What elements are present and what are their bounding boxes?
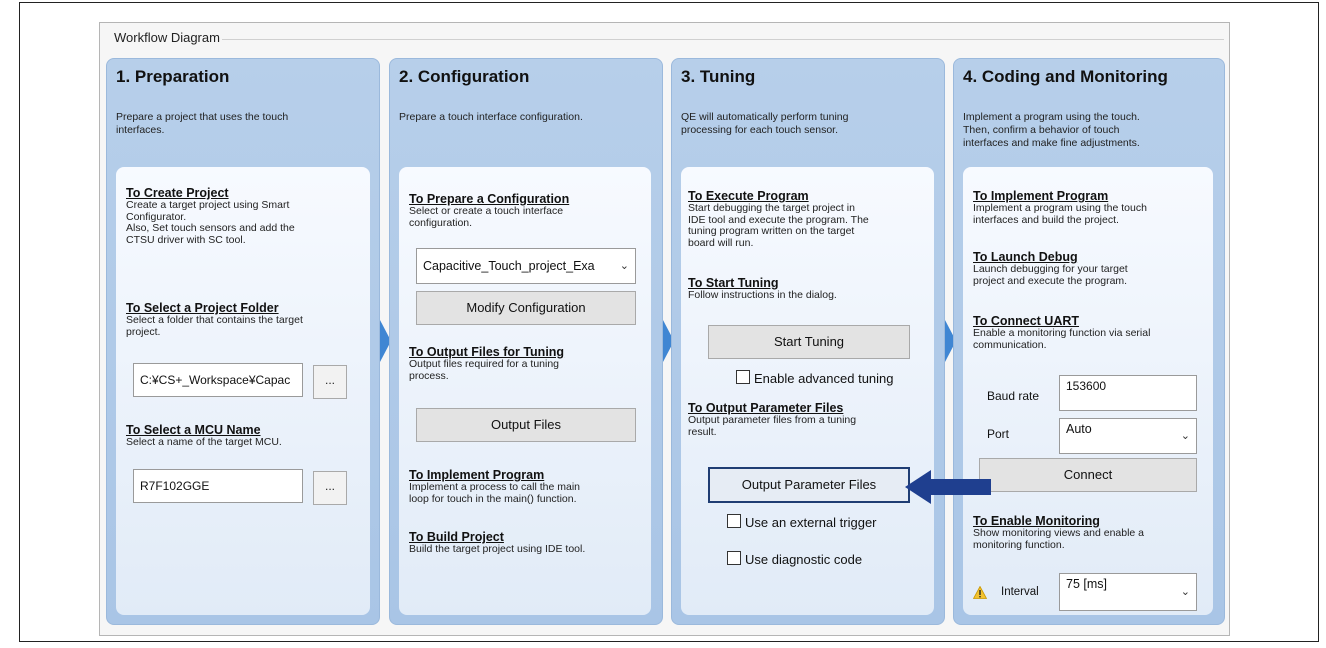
step-inner-panel: To Implement Program Implement a program… [963, 167, 1213, 615]
step-tuning-panel: 3. Tuning QE will automatically perform … [671, 58, 945, 625]
step-inner-panel: To Create Project Create a target projec… [116, 167, 370, 615]
step-coding-monitoring-panel: 4. Coding and Monitoring Implement a pro… [953, 58, 1225, 625]
checkbox-box [736, 370, 750, 384]
advanced-tuning-checkbox[interactable]: Enable advanced tuning [736, 370, 894, 386]
interval-select-value: 75 [ms] [1066, 577, 1107, 591]
connect-uart-link[interactable]: To Connect UART [973, 314, 1079, 328]
implement-program-desc: Implement a process to call the main loo… [409, 481, 580, 505]
interval-label: Interval [1001, 586, 1039, 598]
interval-select[interactable]: 75 [ms] ⌄ [1059, 573, 1197, 611]
warning-icon [973, 586, 987, 599]
create-project-link[interactable]: To Create Project [126, 186, 229, 200]
implement-program-link[interactable]: To Implement Program [409, 468, 544, 482]
diagnostic-code-checkbox[interactable]: Use diagnostic code [727, 551, 862, 567]
chevron-down-icon: ⌄ [1180, 430, 1190, 442]
implement-program-link[interactable]: To Implement Program [973, 189, 1108, 203]
chevron-down-icon: ⌄ [1180, 586, 1190, 598]
configuration-select-value: Capacitive_Touch_project_Exa [423, 259, 595, 273]
launch-debug-desc: Launch debugging for your target project… [973, 263, 1128, 287]
port-label: Port [987, 427, 1010, 441]
connect-uart-desc: Enable a monitoring function via serial … [973, 327, 1151, 351]
browse-folder-button[interactable]: ... [313, 365, 347, 399]
enable-monitoring-desc: Show monitoring views and enable a monit… [973, 527, 1145, 551]
prepare-configuration-link[interactable]: To Prepare a Configuration [409, 192, 569, 206]
checkbox-label: Use an external trigger [745, 515, 877, 530]
output-files-button[interactable]: Output Files [416, 408, 636, 442]
browse-mcu-button[interactable]: ... [313, 471, 347, 505]
prepare-configuration-desc: Select or create a touch interface confi… [409, 205, 564, 229]
mcu-name-field[interactable]: R7F102GGE [133, 469, 303, 503]
step-description: Implement a program using the touch. The… [963, 111, 1140, 149]
execute-program-link[interactable]: To Execute Program [688, 189, 809, 203]
select-mcu-desc: Select a name of the target MCU. [126, 436, 282, 448]
select-folder-desc: Select a folder that contains the target… [126, 314, 303, 338]
build-project-desc: Build the target project using IDE tool. [409, 543, 586, 555]
baud-rate-label: Baud rate [987, 389, 1040, 403]
select-folder-link[interactable]: To Select a Project Folder [126, 301, 279, 315]
arrow-left-icon [905, 470, 991, 504]
step-preparation-panel: 1. Preparation Prepare a project that us… [106, 58, 380, 625]
start-tuning-link[interactable]: To Start Tuning [688, 276, 779, 290]
step-title: 1. Preparation [116, 67, 230, 86]
workflow-title: Workflow Diagram [112, 30, 222, 45]
project-folder-field[interactable]: C:¥CS+_Workspace¥Capac [133, 363, 303, 397]
build-project-link[interactable]: To Build Project [409, 530, 504, 544]
checkbox-label: Enable advanced tuning [754, 371, 894, 386]
checkbox-label: Use diagnostic code [745, 552, 863, 567]
groupbox-rule [205, 39, 1224, 40]
output-parameter-files-button[interactable]: Output Parameter Files [708, 467, 910, 503]
step-title: 3. Tuning [681, 67, 756, 86]
enable-monitoring-link[interactable]: To Enable Monitoring [973, 514, 1100, 528]
implement-program-desc: Implement a program using the touch inte… [973, 202, 1147, 226]
chevron-down-icon: ⌄ [619, 260, 629, 272]
step-description: Prepare a touch interface configuration. [399, 111, 583, 123]
start-tuning-desc: Follow instructions in the dialog. [688, 289, 837, 301]
step-inner-panel: To Prepare a Configuration Select or cre… [399, 167, 651, 615]
launch-debug-link[interactable]: To Launch Debug [973, 250, 1078, 264]
output-parameter-files-link[interactable]: To Output Parameter Files [688, 401, 843, 415]
step-title: 4. Coding and Monitoring [963, 67, 1168, 86]
step-configuration-panel: 2. Configuration Prepare a touch interfa… [389, 58, 663, 625]
step-inner-panel: To Execute Program Start debugging the t… [681, 167, 934, 615]
start-tuning-button[interactable]: Start Tuning [708, 325, 910, 359]
create-project-desc: Create a target project using Smart Conf… [126, 199, 295, 246]
configuration-select[interactable]: Capacitive_Touch_project_Exa ⌄ [416, 248, 636, 284]
baud-rate-field[interactable]: 153600 [1059, 375, 1197, 411]
output-files-tuning-desc: Output files required for a tuning proce… [409, 358, 560, 382]
modify-configuration-button[interactable]: Modify Configuration [416, 291, 636, 325]
port-select[interactable]: Auto ⌄ [1059, 418, 1197, 454]
output-files-tuning-link[interactable]: To Output Files for Tuning [409, 345, 564, 359]
output-parameter-files-desc: Output parameter files from a tuning res… [688, 414, 857, 438]
checkbox-box [727, 514, 741, 528]
execute-program-desc: Start debugging the target project in ID… [688, 202, 869, 249]
checkbox-box [727, 551, 741, 565]
step-description: Prepare a project that uses the touch in… [116, 111, 289, 136]
port-select-value: Auto [1066, 422, 1092, 436]
external-trigger-checkbox[interactable]: Use an external trigger [727, 514, 877, 530]
step-description: QE will automatically perform tuning pro… [681, 111, 849, 136]
step-title: 2. Configuration [399, 67, 530, 86]
select-mcu-link[interactable]: To Select a MCU Name [126, 423, 261, 437]
connect-button[interactable]: Connect [979, 458, 1197, 492]
